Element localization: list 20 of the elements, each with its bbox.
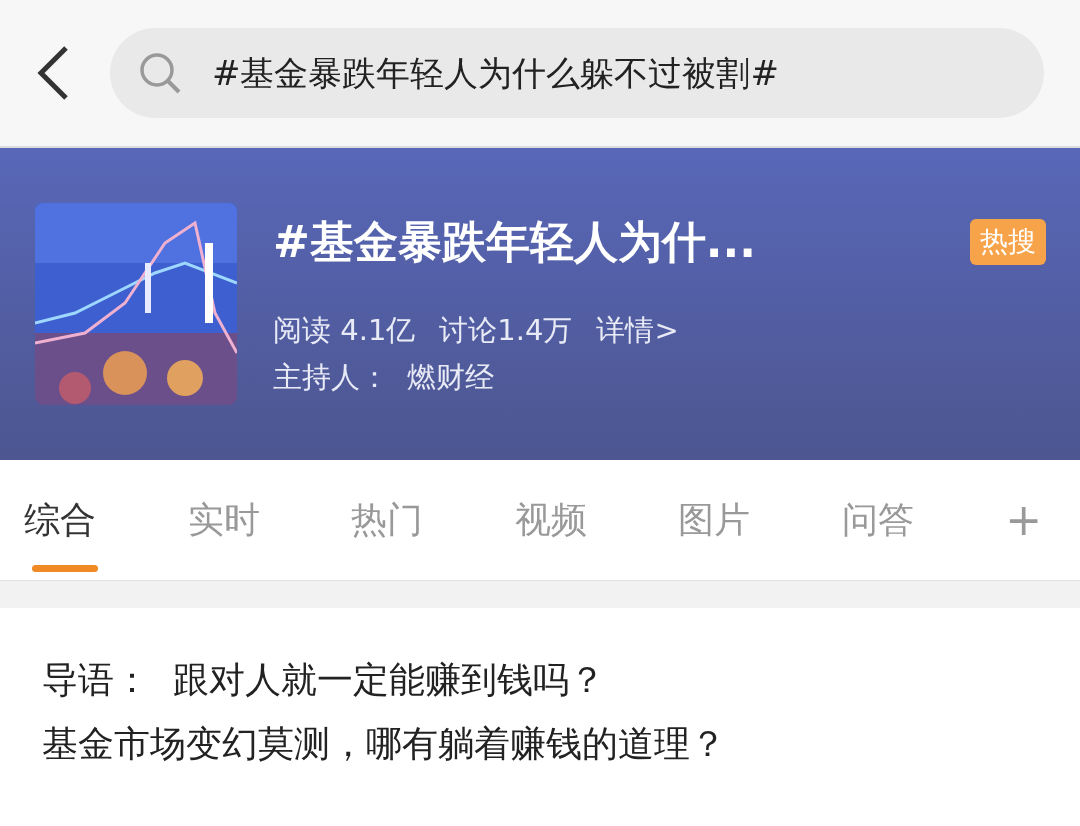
- hot-badge: 热搜: [970, 218, 1046, 265]
- search-field[interactable]: #基金暴跌年轻人为什么躲不过被割#: [110, 28, 1044, 118]
- back-icon[interactable]: [36, 45, 70, 101]
- tab[interactable]: 综合: [24, 460, 188, 580]
- topic-title: #基金暴跌年轻人为什...: [273, 214, 756, 269]
- search-icon: [138, 51, 182, 95]
- tab[interactable]: 视频: [514, 460, 679, 580]
- add-tab-button[interactable]: +: [1005, 487, 1042, 553]
- topic-stat: 讨论1.4万: [439, 311, 573, 349]
- tab-indicator: [32, 565, 98, 572]
- topic-stat: 阅读 4.1亿: [273, 311, 416, 349]
- search-text: #基金暴跌年轻人为什么躲不过被割#: [212, 51, 779, 95]
- tab[interactable]: 热门: [351, 460, 515, 580]
- tab[interactable]: 图片: [678, 460, 842, 580]
- topic-host: 主持人： 燃财经: [273, 359, 496, 396]
- tab[interactable]: 问答: [841, 460, 1006, 580]
- details-link[interactable]: 详情>: [596, 308, 679, 352]
- intro-text: 导语： 跟对人就一定能赚到钱吗？: [42, 658, 606, 702]
- tab[interactable]: 实时: [187, 460, 352, 580]
- intro-text: 基金市场变幻莫测，哪有躺着赚钱的道理？: [42, 722, 727, 766]
